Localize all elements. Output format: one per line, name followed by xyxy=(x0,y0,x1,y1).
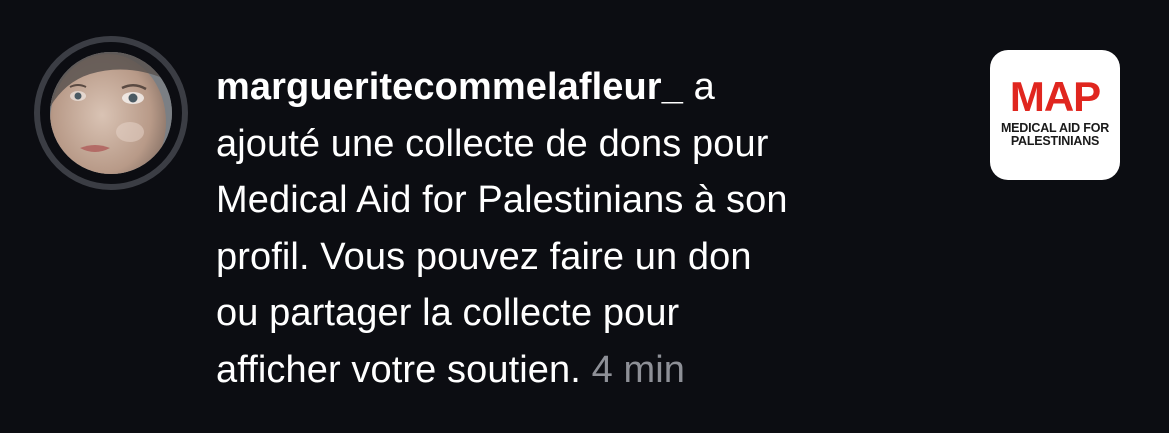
avatar-ring[interactable] xyxy=(34,36,188,190)
timestamp: 4 min xyxy=(591,348,685,391)
avatar-photo-icon xyxy=(50,52,172,174)
username-link[interactable]: margueritecommelafleur_ xyxy=(216,66,683,108)
message-line: margueritecommelafleur_ a xyxy=(216,59,956,116)
message-line: afficher votre soutien. 4 min xyxy=(216,342,956,399)
notification-message: margueritecommelafleur_ a ajouté une col… xyxy=(216,59,956,398)
avatar[interactable] xyxy=(50,52,172,174)
message-line: Medical Aid for Palestinians à son xyxy=(216,179,788,221)
message-line: ou partager la collecte pour xyxy=(216,292,680,334)
fundraiser-notification[interactable]: margueritecommelafleur_ a ajouté une col… xyxy=(0,0,1169,433)
map-logo-acronym: MAP xyxy=(1009,73,1101,120)
fundraiser-thumbnail[interactable]: MAP MEDICAL AID FOR PALESTINIANS xyxy=(990,50,1120,180)
message-line: ajouté une collecte de dons pour xyxy=(216,122,769,165)
message-line: profil. Vous pouvez faire un don xyxy=(216,235,752,278)
message-text: a xyxy=(682,66,715,108)
message-text: afficher votre soutien. xyxy=(216,348,592,391)
map-logo-subtitle: PALESTINIANS xyxy=(1010,134,1100,148)
